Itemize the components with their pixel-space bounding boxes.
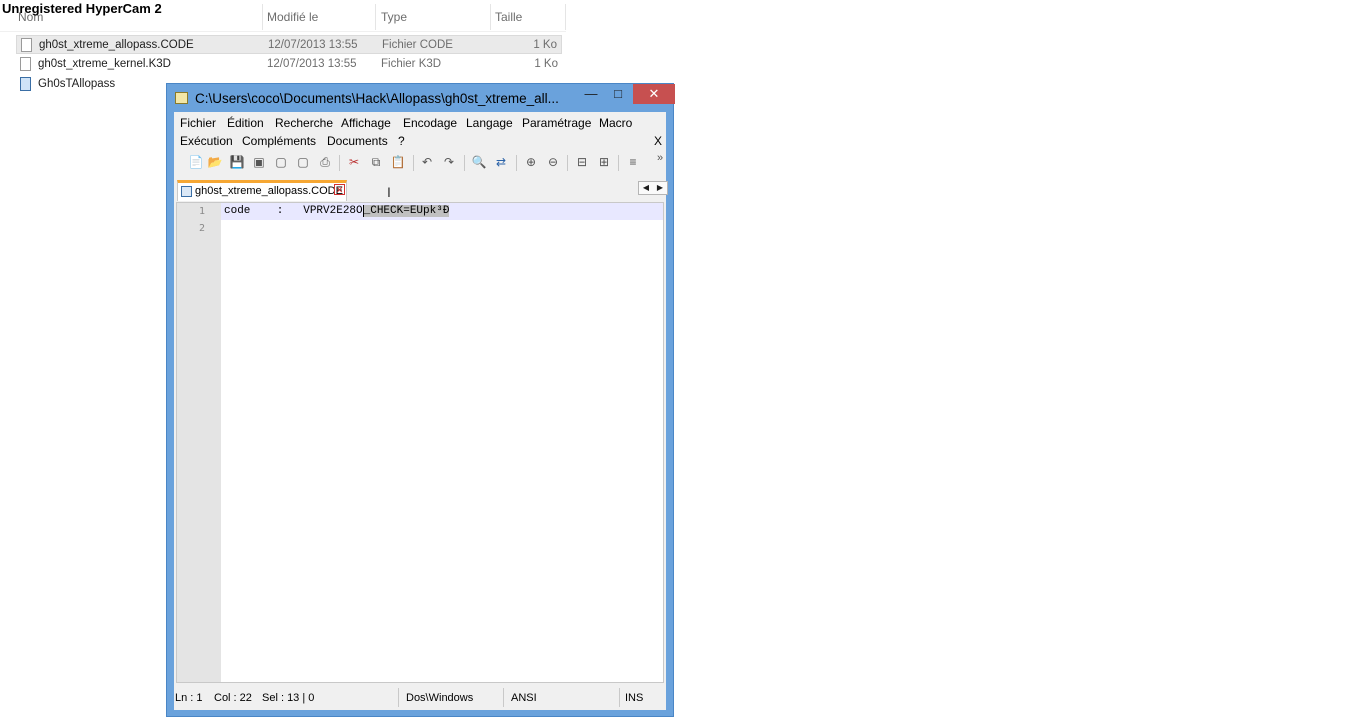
notepad-plus-plus-window[interactable]: C:\Users\coco\Documents\Hack\Allopass\gh…: [166, 83, 675, 717]
column-divider[interactable]: [490, 4, 491, 30]
line-number: 2: [198, 223, 205, 234]
tab-scroll-buttons: ◀ ▶: [638, 181, 668, 195]
header-divider: [0, 31, 566, 32]
tab-gh0st-xtreme-allopass[interactable]: gh0st_xtreme_allopass.CODE ✕: [177, 180, 347, 201]
zoom-in-icon[interactable]: ⊕: [523, 154, 539, 170]
toolbar: 📄 📂 💾 ▣ ▢ ▢ ⎙ ✂ ⧉ 📋 ↶ ↷ 🔍 ⇄ ⊕ ⊖ ⊟ ⊞ ≡ »: [174, 150, 666, 176]
menu-recherche[interactable]: Recherche: [275, 116, 333, 130]
file-modified: 12/07/2013 13:55: [267, 58, 357, 70]
toolbar-separator: [464, 155, 465, 171]
text-file-icon: [20, 57, 31, 71]
file-name: Gh0sTAllopass: [38, 78, 116, 90]
file-size: 1 Ko: [534, 58, 558, 70]
line-number: 1: [198, 206, 205, 217]
tab-scroll-left-icon[interactable]: ◀: [639, 182, 653, 194]
tab-bar: gh0st_xtreme_allopass.CODE ✕ ◀ ▶: [174, 180, 668, 202]
word-wrap-icon[interactable]: ≡: [625, 154, 641, 170]
column-header-type[interactable]: Type: [381, 10, 407, 24]
file-type: Fichier K3D: [381, 58, 442, 70]
menu-edition[interactable]: Édition: [227, 116, 264, 130]
tab-close-icon[interactable]: ✕: [334, 184, 345, 195]
close-icon[interactable]: ▢: [273, 154, 289, 170]
menu-fichier[interactable]: Fichier: [180, 116, 216, 130]
open-file-icon[interactable]: 📂: [207, 154, 223, 170]
status-selection: Sel : 13 | 0: [262, 692, 315, 704]
text-file-icon: [21, 38, 32, 52]
print-icon[interactable]: ⎙: [317, 154, 333, 170]
find-icon[interactable]: 🔍: [471, 154, 487, 170]
menu-documents[interactable]: Documents: [327, 134, 388, 148]
status-separator: [503, 688, 504, 707]
toolbar-separator: [618, 155, 619, 171]
application-icon: [20, 77, 31, 91]
text-editor[interactable]: 1 2 code : VPRV2E28O_CHECK=EUpk³Ð: [176, 202, 664, 683]
close-all-icon[interactable]: ▢: [295, 154, 311, 170]
saved-file-icon: [181, 186, 192, 197]
more-icon[interactable]: »: [652, 150, 668, 166]
window-client-area: Fichier Édition Recherche Affichage Enco…: [174, 112, 668, 710]
new-file-icon[interactable]: 📄: [188, 154, 204, 170]
sync-h-icon[interactable]: ⊞: [596, 154, 612, 170]
status-separator: [398, 688, 399, 707]
close-window-button[interactable]: ✕: [633, 84, 675, 104]
menu-encodage[interactable]: Encodage: [403, 116, 457, 130]
save-icon[interactable]: 💾: [229, 154, 245, 170]
paste-icon[interactable]: 📋: [390, 154, 406, 170]
mouse-ibeam-cursor-icon: I: [387, 184, 391, 200]
file-modified: 12/07/2013 13:55: [268, 39, 358, 51]
file-row[interactable]: gh0st_xtreme_allopass.CODE 12/07/2013 13…: [16, 35, 562, 54]
menu-affichage[interactable]: Affichage: [341, 116, 391, 130]
menu-complements[interactable]: Compléments: [242, 134, 316, 148]
code-text: code : VPRV2E28O: [224, 205, 363, 217]
tab-scroll-right-icon[interactable]: ▶: [653, 182, 667, 194]
menu-parametrage[interactable]: Paramétrage: [522, 116, 591, 130]
column-divider[interactable]: [565, 4, 566, 30]
column-divider[interactable]: [375, 4, 376, 30]
file-type: Fichier CODE: [382, 39, 453, 51]
file-row[interactable]: gh0st_xtreme_kernel.K3D 12/07/2013 13:55…: [16, 55, 562, 74]
maximize-button[interactable]: □: [605, 84, 631, 104]
line-number-gutter: 1 2: [177, 203, 221, 682]
replace-icon[interactable]: ⇄: [493, 154, 509, 170]
status-separator: [619, 688, 620, 707]
column-header-modified[interactable]: Modifié le: [267, 10, 318, 24]
status-insert-mode: INS: [625, 692, 644, 704]
redo-icon[interactable]: ↷: [441, 154, 457, 170]
selected-text: _CHECK=EUpk³Ð: [362, 205, 450, 217]
notepad-app-icon[interactable]: [175, 92, 188, 104]
tab-label: gh0st_xtreme_allopass.CODE: [195, 185, 343, 197]
zoom-out-icon[interactable]: ⊖: [545, 154, 561, 170]
minimize-button[interactable]: —: [577, 84, 605, 104]
hypercam-watermark: Unregistered HyperCam 2: [2, 1, 162, 16]
status-line: Ln : 1: [175, 692, 203, 704]
file-name: gh0st_xtreme_kernel.K3D: [38, 58, 171, 70]
menu-execution[interactable]: Exécution: [180, 134, 233, 148]
save-all-icon[interactable]: ▣: [251, 154, 267, 170]
undo-icon[interactable]: ↶: [419, 154, 435, 170]
column-header-size[interactable]: Taille: [495, 10, 522, 24]
column-divider[interactable]: [262, 4, 263, 30]
file-size: 1 Ko: [533, 39, 557, 51]
menu-macro[interactable]: Macro: [599, 116, 632, 130]
sync-v-icon[interactable]: ⊟: [574, 154, 590, 170]
title-bar[interactable]: C:\Users\coco\Documents\Hack\Allopass\gh…: [167, 84, 675, 112]
status-bar: Ln : 1 Col : 22 Sel : 13 | 0 Dos\Windows…: [174, 685, 666, 710]
toolbar-separator: [339, 155, 340, 171]
window-title: C:\Users\coco\Documents\Hack\Allopass\gh…: [195, 91, 559, 106]
cut-icon[interactable]: ✂: [346, 154, 362, 170]
file-name: gh0st_xtreme_allopass.CODE: [39, 39, 194, 51]
menu-help[interactable]: ?: [398, 134, 405, 148]
copy-icon[interactable]: ⧉: [368, 154, 384, 170]
toolbar-separator: [413, 155, 414, 171]
status-column: Col : 22: [214, 692, 252, 704]
menu-bar: Fichier Édition Recherche Affichage Enco…: [174, 112, 666, 150]
status-encoding: ANSI: [511, 692, 537, 704]
status-eol-format: Dos\Windows: [406, 692, 474, 704]
close-document-button[interactable]: X: [654, 134, 662, 148]
menu-langage[interactable]: Langage: [466, 116, 513, 130]
toolbar-separator: [567, 155, 568, 171]
toolbar-separator: [516, 155, 517, 171]
code-line-1[interactable]: code : VPRV2E28O_CHECK=EUpk³Ð: [224, 205, 450, 217]
